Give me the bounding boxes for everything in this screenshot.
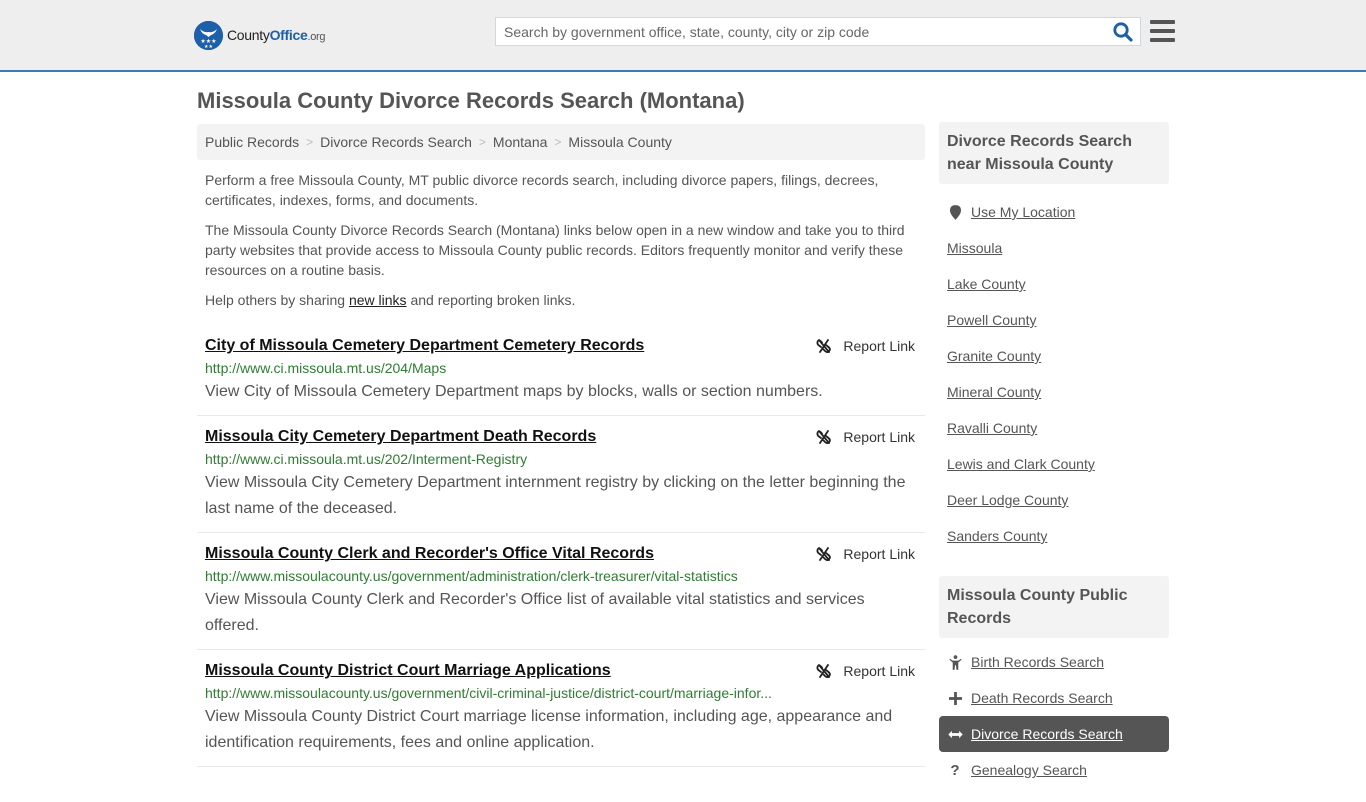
- record-url: http://www.ci.missoula.mt.us/204/Maps: [205, 360, 447, 376]
- intro-text: Perform a free Missoula County, MT publi…: [197, 170, 925, 310]
- site-logo[interactable]: ★★★ ★★ CountyOffice.org: [194, 20, 326, 50]
- nearby-item-lewis-and-clark-county[interactable]: Lewis and Clark County: [939, 446, 1169, 482]
- report-link-button[interactable]: Report Link: [816, 663, 915, 679]
- record-url: http://www.missoulacounty.us/government/…: [205, 685, 772, 701]
- record-title-link[interactable]: Missoula County District Court Marriage …: [205, 660, 611, 682]
- public-records-heading: Missoula County Public Records: [939, 576, 1169, 638]
- search-button[interactable]: [1112, 21, 1134, 43]
- nearby-link[interactable]: Powell County: [947, 312, 1037, 328]
- record-description: View Missoula County District Court marr…: [205, 708, 893, 751]
- breadcrumb-divorce-records[interactable]: Divorce Records Search: [320, 134, 472, 150]
- records-list: City of Missoula Cemetery Department Cem…: [197, 330, 925, 767]
- record-item: Missoula County District Court Marriage …: [197, 650, 925, 767]
- record-url: http://www.missoulacounty.us/government/…: [205, 568, 738, 584]
- broken-link-icon: [816, 547, 832, 562]
- report-link-button[interactable]: Report Link: [816, 429, 915, 445]
- report-link-button[interactable]: Report Link: [816, 546, 915, 562]
- nearby-item-powell-county[interactable]: Powell County: [939, 302, 1169, 338]
- breadcrumb-separator: >: [554, 135, 562, 149]
- public-records-block: Missoula County Public Records Birth Rec…: [939, 576, 1169, 802]
- sidebar: Divorce Records Search near Missoula Cou…: [939, 122, 1169, 802]
- record-description: View Missoula County Clerk and Recorder'…: [205, 591, 865, 634]
- record-item: Missoula City Cemetery Department Death …: [197, 416, 925, 533]
- use-my-location-link[interactable]: Use My Location: [971, 204, 1075, 220]
- use-my-location-item[interactable]: Use My Location: [939, 194, 1169, 230]
- page-title: Missoula County Divorce Records Search (…: [197, 88, 745, 113]
- search-input[interactable]: [496, 18, 1106, 45]
- nearby-link[interactable]: Missoula: [947, 240, 1002, 256]
- record-title-link[interactable]: Missoula City Cemetery Department Death …: [205, 426, 596, 448]
- nearby-link[interactable]: Mineral County: [947, 384, 1041, 400]
- help-paragraph: Help others by sharing new links and rep…: [205, 292, 576, 308]
- divorce-records-item[interactable]: Divorce Records Search: [939, 716, 1169, 752]
- nearby-link[interactable]: Deer Lodge County: [947, 492, 1068, 508]
- plus-icon: [947, 690, 963, 706]
- birth-records-link[interactable]: Birth Records Search: [971, 654, 1104, 670]
- site-header: ★★★ ★★ CountyOffice.org: [0, 0, 1366, 72]
- nearby-link[interactable]: Ravalli County: [947, 420, 1037, 436]
- breadcrumb: Public Records > Divorce Records Search …: [197, 124, 925, 160]
- logo-text: CountyOffice.org: [227, 27, 326, 43]
- death-records-item[interactable]: Death Records Search: [939, 680, 1169, 716]
- record-item: Missoula County Clerk and Recorder's Off…: [197, 533, 925, 650]
- intro-paragraph: Perform a free Missoula County, MT publi…: [205, 172, 879, 208]
- child-icon: [947, 654, 963, 670]
- eagle-stars-icon: ★★★ ★★: [194, 20, 223, 50]
- svg-text:★★: ★★: [204, 44, 213, 50]
- intro-paragraph: The Missoula County Divorce Records Sear…: [205, 222, 905, 278]
- broken-link-icon: [816, 339, 832, 354]
- nearby-item-granite-county[interactable]: Granite County: [939, 338, 1169, 374]
- nearby-item-deer-lodge-county[interactable]: Deer Lodge County: [939, 482, 1169, 518]
- breadcrumb-public-records[interactable]: Public Records: [205, 134, 299, 150]
- question-icon: ?: [950, 761, 960, 779]
- birth-records-item[interactable]: Birth Records Search: [939, 644, 1169, 680]
- record-url: http://www.ci.missoula.mt.us/202/Interme…: [205, 451, 528, 467]
- nearby-heading: Divorce Records Search near Missoula Cou…: [939, 122, 1169, 184]
- nearby-link[interactable]: Granite County: [947, 348, 1041, 364]
- public-records-list: Birth Records Search Death Records Searc…: [939, 638, 1169, 802]
- breadcrumb-missoula-county[interactable]: Missoula County: [568, 134, 672, 150]
- genealogy-item[interactable]: ? Genealogy Search: [939, 752, 1169, 788]
- map-marker-icon: [947, 204, 963, 220]
- nearby-link[interactable]: Sanders County: [947, 528, 1047, 544]
- search-box: [495, 17, 1141, 46]
- nearby-item-ravalli-county[interactable]: Ravalli County: [939, 410, 1169, 446]
- breadcrumb-separator: >: [478, 135, 486, 149]
- search-icon: [1113, 22, 1133, 42]
- broken-link-icon: [816, 664, 832, 679]
- record-title-link[interactable]: Missoula County Clerk and Recorder's Off…: [205, 543, 654, 565]
- nearby-list: Use My Location Missoula Lake County Pow…: [939, 184, 1169, 568]
- nearby-link[interactable]: Lake County: [947, 276, 1026, 292]
- nearby-item-sanders-county[interactable]: Sanders County: [939, 518, 1169, 554]
- broken-link-icon: [816, 430, 832, 445]
- record-item: City of Missoula Cemetery Department Cem…: [197, 330, 925, 416]
- breadcrumb-montana[interactable]: Montana: [493, 134, 547, 150]
- record-description: View City of Missoula Cemetery Departmen…: [205, 383, 823, 400]
- breadcrumb-separator: >: [306, 135, 314, 149]
- report-link-button[interactable]: Report Link: [816, 338, 915, 354]
- main-content: Public Records > Divorce Records Search …: [197, 124, 925, 767]
- genealogy-link[interactable]: Genealogy Search: [971, 762, 1087, 778]
- record-description: View Missoula City Cemetery Department i…: [205, 474, 906, 517]
- divorce-records-link[interactable]: Divorce Records Search: [971, 726, 1123, 742]
- new-links-link[interactable]: new links: [349, 292, 407, 308]
- death-records-link[interactable]: Death Records Search: [971, 690, 1113, 706]
- arrows-horizontal-icon: [947, 726, 963, 742]
- record-title-link[interactable]: City of Missoula Cemetery Department Cem…: [205, 335, 644, 357]
- nearby-item-mineral-county[interactable]: Mineral County: [939, 374, 1169, 410]
- nearby-item-missoula[interactable]: Missoula: [939, 230, 1169, 266]
- hamburger-menu-icon[interactable]: [1150, 20, 1175, 42]
- nearby-block: Divorce Records Search near Missoula Cou…: [939, 122, 1169, 568]
- nearby-item-lake-county[interactable]: Lake County: [939, 266, 1169, 302]
- nearby-link[interactable]: Lewis and Clark County: [947, 456, 1095, 472]
